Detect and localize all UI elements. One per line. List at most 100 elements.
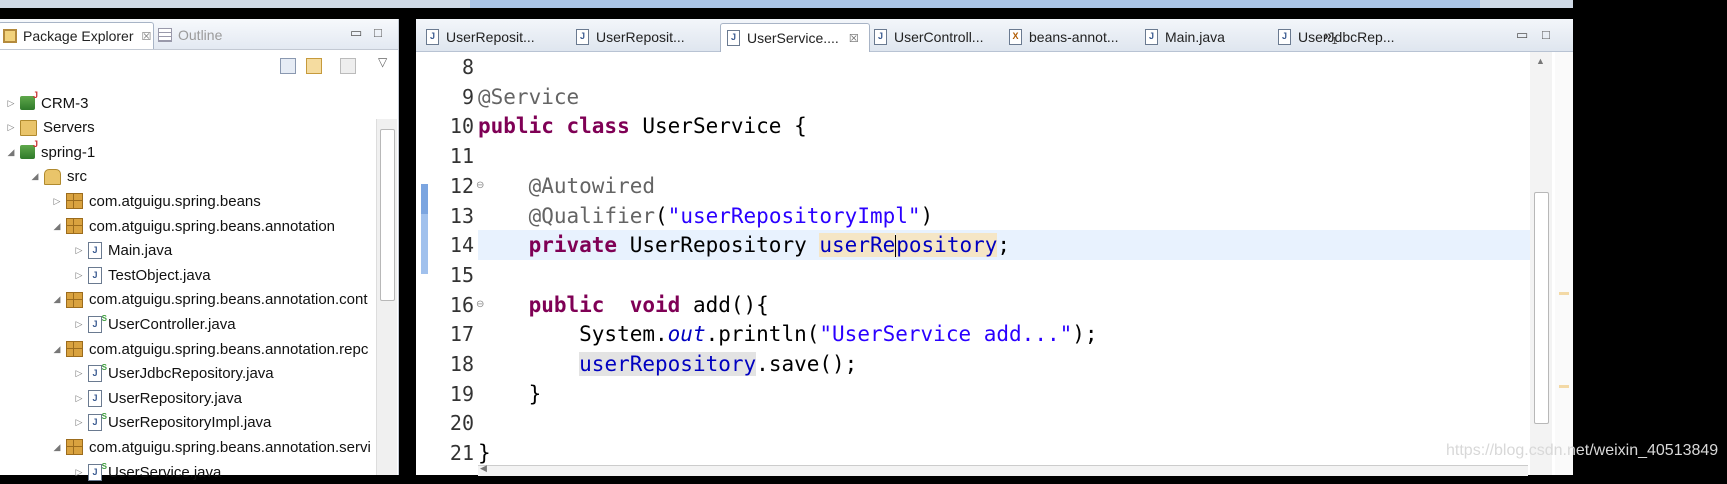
expand-arrow-icon[interactable]: ▷ bbox=[6, 122, 16, 133]
code-token: @Service bbox=[478, 84, 580, 109]
code-line[interactable]: private UserRepository userRepository; bbox=[478, 230, 1548, 261]
tree-item[interactable]: ◢ src bbox=[0, 165, 406, 189]
line-number: 19 bbox=[449, 381, 474, 406]
code-token: userRe bbox=[819, 233, 896, 258]
tab-package-explorer[interactable]: Package Explorer ☒ bbox=[0, 22, 154, 49]
view-menu-icon[interactable]: ▽ bbox=[378, 55, 387, 69]
editor-tab[interactable]: Xbeans-annot... bbox=[1003, 23, 1139, 51]
code-token: "UserService add..." bbox=[819, 322, 1073, 347]
expand-arrow-icon[interactable]: ▷ bbox=[74, 393, 84, 404]
tree-item-label: UserRepositoryImpl.java bbox=[108, 414, 272, 432]
tree-item-label: Servers bbox=[43, 119, 95, 137]
tree-item[interactable]: ◢ com.atguigu.spring.beans.annotation.ser… bbox=[0, 435, 428, 459]
expand-arrow-icon[interactable]: ▷ bbox=[74, 245, 84, 256]
package-icon bbox=[66, 193, 83, 210]
tree-item[interactable]: ▷ com.atguigu.spring.beans bbox=[0, 189, 428, 213]
scrollbar-thumb[interactable] bbox=[1534, 192, 1549, 424]
collapse-arrow-icon[interactable]: ◢ bbox=[6, 147, 16, 158]
link-with-editor-icon[interactable] bbox=[306, 58, 322, 74]
editor-tab-label: UserService.... bbox=[747, 30, 839, 46]
collapse-all-icon[interactable] bbox=[280, 58, 296, 74]
maximize-icon[interactable]: □ bbox=[1542, 27, 1550, 42]
code-line[interactable] bbox=[478, 141, 1548, 171]
editor-tab[interactable]: J Main.java bbox=[1139, 23, 1271, 51]
tree-item-label: UserService.java bbox=[108, 463, 222, 481]
explorer-scrollbar[interactable] bbox=[376, 119, 397, 475]
editor-tab[interactable]: J UserControll... bbox=[868, 23, 1002, 51]
code-line[interactable]: } bbox=[478, 438, 1548, 468]
tab-outline[interactable]: Outline bbox=[158, 22, 222, 48]
editor-tab-label: UserJdbcRep... bbox=[1298, 29, 1395, 45]
expand-arrow-icon[interactable]: ▷ bbox=[74, 368, 84, 379]
tree-item[interactable]: ◢ com.atguigu.spring.beans.annotation.con… bbox=[0, 288, 428, 312]
code-line[interactable]: System.out.println("UserService add...")… bbox=[478, 319, 1548, 349]
code-line[interactable]: @Qualifier("userRepositoryImpl") bbox=[478, 201, 1548, 231]
minimize-icon[interactable]: ▭ bbox=[1516, 27, 1528, 43]
code-token: public void bbox=[528, 292, 693, 317]
scrollbar-thumb[interactable] bbox=[380, 129, 395, 301]
package-icon bbox=[66, 218, 83, 234]
tree-item[interactable]: ▷ CRM-3 bbox=[0, 91, 382, 115]
expand-arrow-icon[interactable]: ▷ bbox=[74, 270, 84, 281]
java-file-icon bbox=[88, 242, 102, 260]
close-icon[interactable]: ☒ bbox=[849, 32, 859, 45]
collapse-arrow-icon[interactable]: ◢ bbox=[52, 442, 62, 453]
package-icon bbox=[66, 341, 83, 357]
folder-icon bbox=[20, 119, 37, 136]
focus-task-icon[interactable] bbox=[340, 58, 356, 74]
tree-item-label: CRM-3 bbox=[41, 94, 89, 112]
editor-tab-label: UserReposit... bbox=[446, 29, 535, 45]
expand-arrow-icon[interactable]: ▷ bbox=[52, 196, 62, 207]
line-number: 14 bbox=[449, 233, 474, 258]
explorer-toolbar: ▽ bbox=[0, 51, 398, 81]
expand-arrow-icon[interactable]: ▷ bbox=[74, 417, 84, 428]
explorer-tab-bar: Package Explorer ☒ Outline ▭ □ bbox=[0, 19, 398, 50]
maximize-icon[interactable]: □ bbox=[374, 25, 382, 40]
code-token: } bbox=[478, 381, 542, 406]
java-file-icon: J bbox=[576, 29, 589, 45]
expand-arrow-icon[interactable]: ▷ bbox=[74, 319, 84, 330]
tree-item[interactable]: ◢ spring-1 bbox=[0, 140, 382, 164]
tree-item[interactable]: ▷ Servers bbox=[0, 116, 382, 140]
code-area[interactable]: @Service public class UserService { @Auto… bbox=[478, 52, 1548, 475]
collapse-arrow-icon[interactable]: ◢ bbox=[52, 221, 62, 232]
scroll-up-icon[interactable]: ▲ bbox=[1536, 56, 1545, 66]
code-line[interactable]: } bbox=[478, 379, 1548, 409]
occurrence-marker[interactable] bbox=[1559, 385, 1569, 388]
collapse-arrow-icon[interactable]: ◢ bbox=[52, 344, 62, 355]
code-line[interactable] bbox=[478, 408, 1548, 438]
editor-tab-label: Main.java bbox=[1165, 29, 1225, 45]
minimize-icon[interactable]: ▭ bbox=[350, 25, 362, 41]
close-icon[interactable]: ☒ bbox=[142, 30, 152, 43]
code-line[interactable]: userRepository.save(); bbox=[478, 349, 1548, 379]
collapse-arrow-icon[interactable]: ◢ bbox=[30, 171, 40, 182]
tree-item-label: com.atguigu.spring.beans bbox=[89, 192, 261, 210]
code-token: pository bbox=[896, 233, 998, 258]
code-line[interactable]: public void add(){ bbox=[478, 290, 1548, 320]
line-number: 13 bbox=[449, 203, 474, 228]
collapse-arrow-icon[interactable]: ◢ bbox=[52, 294, 62, 305]
tree-item[interactable]: ◢ com.atguigu.spring.beans.annotation.rep… bbox=[0, 337, 428, 361]
horizontal-scrollbar[interactable]: ◀ bbox=[478, 463, 1528, 476]
code-token: "userRepositoryImpl" bbox=[667, 203, 921, 228]
code-line[interactable] bbox=[478, 52, 1548, 82]
tree-item[interactable]: ◢ com.atguigu.spring.beans.annotation bbox=[0, 214, 428, 238]
code-line[interactable]: public class UserService { bbox=[478, 111, 1548, 141]
java-file-icon: J bbox=[1278, 29, 1291, 45]
code-line[interactable] bbox=[478, 260, 1548, 290]
outline-icon bbox=[158, 28, 172, 42]
expand-arrow-icon[interactable]: ▷ bbox=[74, 467, 84, 478]
occurrence-marker[interactable] bbox=[1559, 292, 1569, 295]
package-explorer-view: Package Explorer ☒ Outline ▭ □ ▽ ▷CRM-3▷… bbox=[0, 19, 399, 481]
editor-tab[interactable]: J UserReposit... bbox=[570, 23, 719, 51]
scroll-left-icon[interactable]: ◀ bbox=[480, 463, 487, 474]
editor-tab[interactable]: J UserJdbcRep... bbox=[1272, 23, 1413, 51]
code-token: public class bbox=[478, 114, 643, 139]
editor-tab[interactable]: J UserService.... ☒ bbox=[720, 23, 870, 52]
code-line[interactable]: @Autowired bbox=[478, 171, 1548, 201]
vertical-scrollbar[interactable]: ▲ bbox=[1530, 52, 1552, 475]
code-line[interactable]: @Service bbox=[478, 82, 1548, 112]
expand-arrow-icon[interactable]: ▷ bbox=[6, 98, 16, 109]
editor-tab[interactable]: J UserReposit... bbox=[420, 23, 569, 51]
